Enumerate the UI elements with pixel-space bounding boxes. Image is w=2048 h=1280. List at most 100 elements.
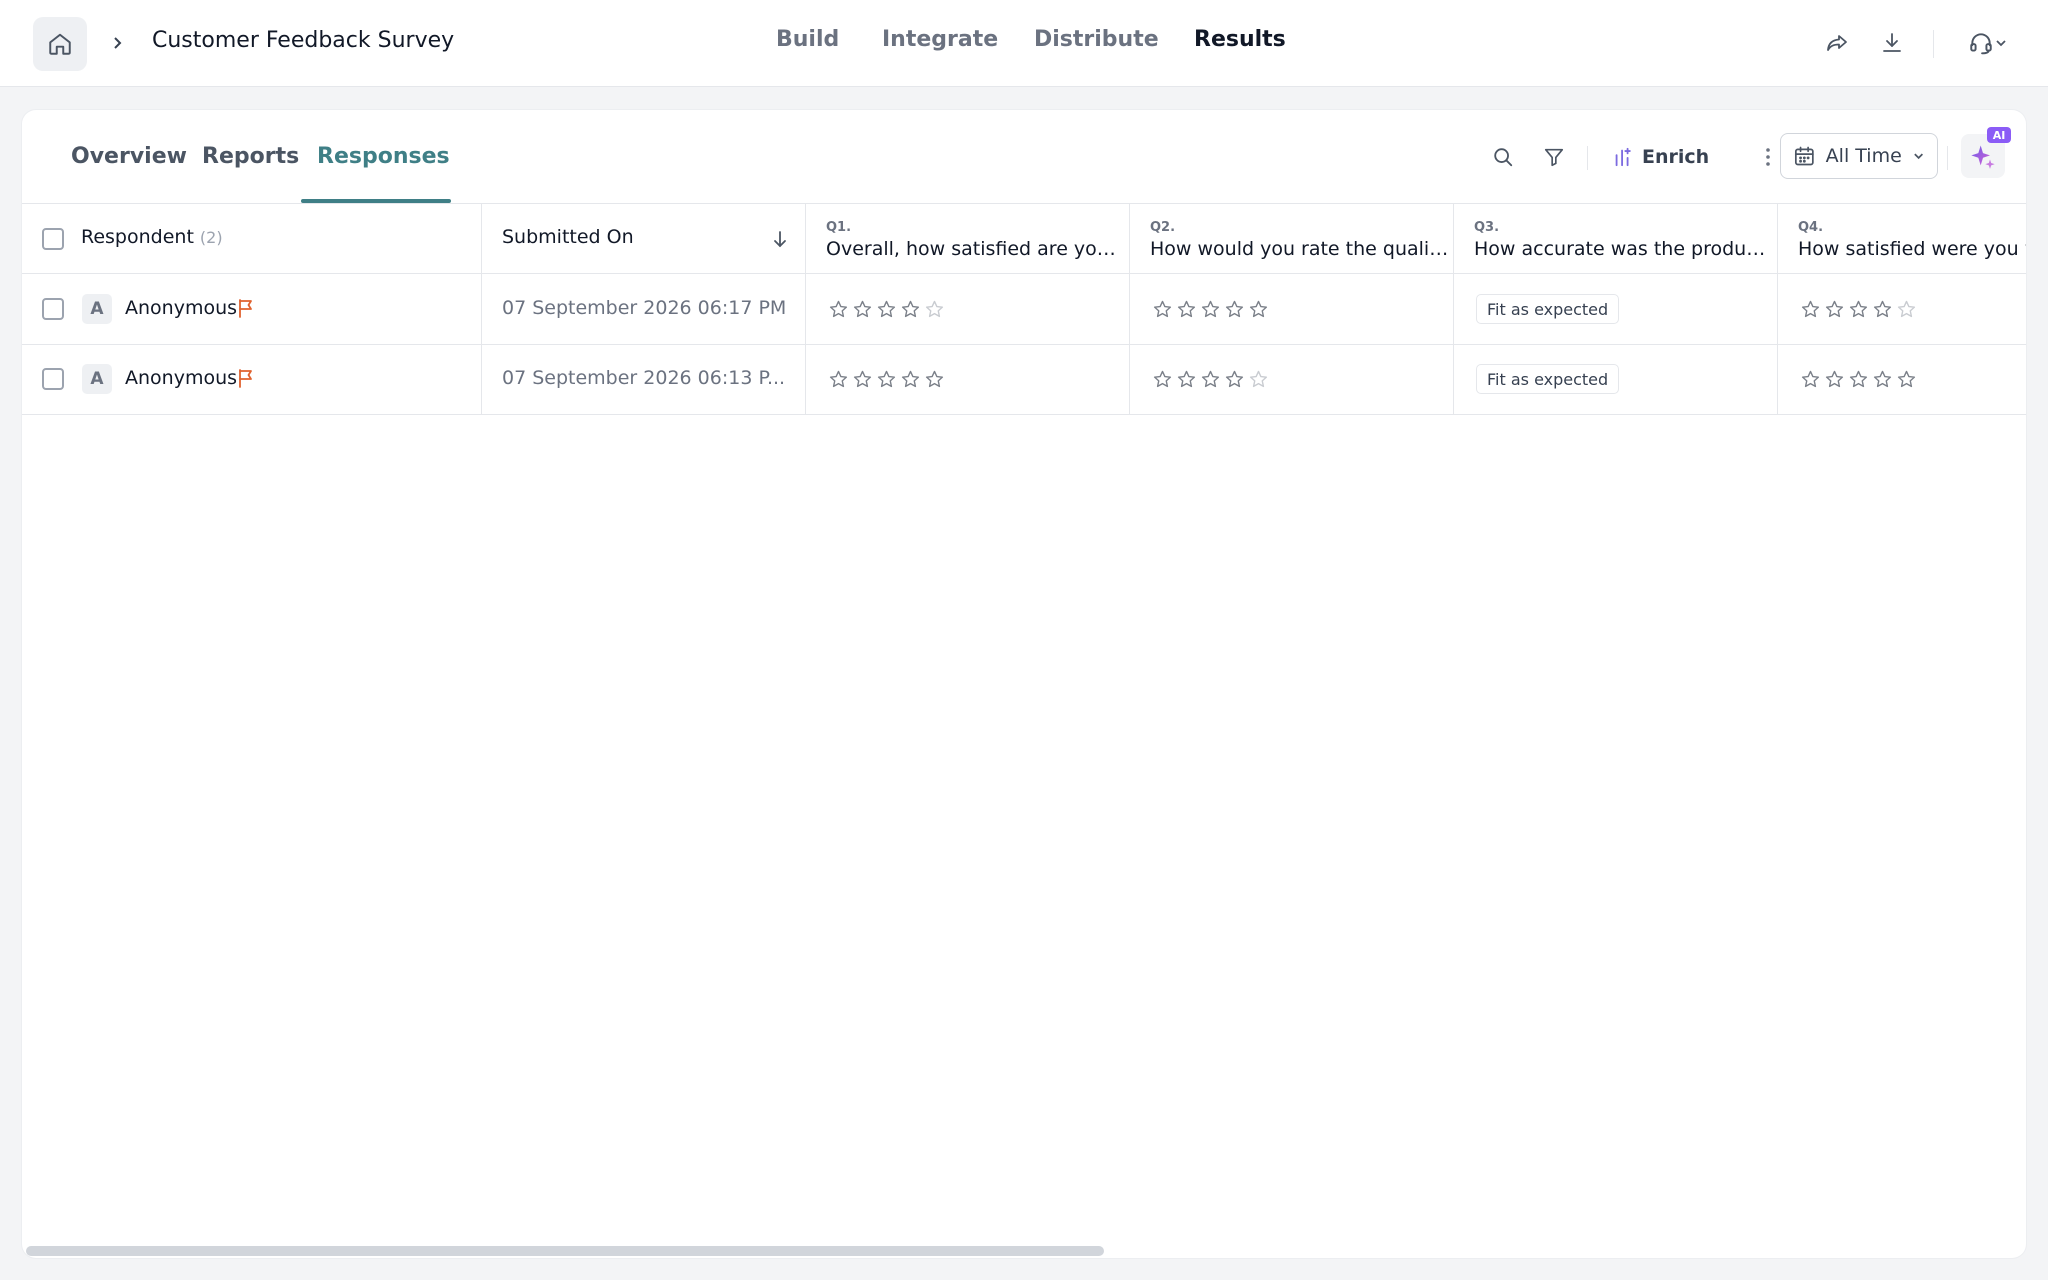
answer-chip: Fit as expected [1476,294,1620,324]
toolbar-divider [1587,146,1588,170]
q4-cell [1778,345,2026,414]
table-header-row: Respondent (2) Submitted On Q1. Overall, … [22,204,2026,274]
share-button[interactable] [1820,26,1854,60]
star-filled-icon [829,300,848,318]
time-range-select[interactable]: All Time [1780,133,1938,179]
star-filled-icon [1849,300,1868,318]
chevron-down-icon [1913,153,1923,160]
star-empty-icon [925,300,944,318]
star-filled-icon [1177,300,1196,318]
star-filled-icon [853,370,872,388]
q3-header[interactable]: Q3. How accurate was the produc... [1454,204,1778,273]
enrich-label: Enrich [1642,146,1710,168]
star-filled-icon [925,370,944,388]
download-icon [1883,33,1901,52]
nav-integrate[interactable]: Integrate [882,27,998,52]
flag-icon[interactable] [236,297,256,319]
q2-header[interactable]: Q2. How would you rate the qualit... [1130,204,1454,273]
q4-header[interactable]: Q4. How satisfied were you w [1778,204,2026,273]
respondent-count: (2) [199,228,223,247]
q4-text: How satisfied were you w [1798,238,2026,260]
active-tab-indicator [301,199,451,203]
star-filled-icon [1201,370,1220,388]
submitted-on-header[interactable]: Submitted On [482,204,806,273]
search-icon [1494,148,1513,167]
star-filled-icon [1225,300,1244,318]
results-subnav: Overview Reports Responses Enrich All Ti… [22,110,2026,204]
q1-header[interactable]: Q1. Overall, how satisfied are you ... [806,204,1130,273]
respondent-header: Respondent (2) [22,204,482,273]
calendar-icon [1794,146,1814,166]
star-filled-icon [1825,370,1844,388]
q4-cell [1778,274,2026,344]
star-rating [1152,369,1269,390]
star-rating [828,299,945,320]
sort-descending-icon[interactable] [772,228,788,250]
star-filled-icon [1225,370,1244,388]
main-nav: Build Integrate Distribute Results [0,27,2048,59]
star-filled-icon [877,370,896,388]
q3-text: How accurate was the produc... [1474,238,1774,260]
star-filled-icon [1201,300,1220,318]
headset-icon [1970,33,1992,55]
respondent-name[interactable]: Anonymous [125,297,237,319]
respondent-name[interactable]: Anonymous [125,367,237,389]
star-filled-icon [1177,370,1196,388]
respondent-cell: A Anonymous [22,274,482,344]
star-rating [828,369,945,390]
download-button[interactable] [1875,26,1909,60]
star-filled-icon [901,370,920,388]
q1-cell [806,274,1130,344]
q3-cell: Fit as expected [1454,274,1778,344]
row-checkbox[interactable] [42,368,64,390]
nav-distribute[interactable]: Distribute [1034,27,1159,52]
star-rating [1800,299,1917,320]
q1-text: Overall, how satisfied are you ... [826,238,1126,260]
scrollbar-thumb[interactable] [26,1246,1104,1256]
respondent-cell: A Anonymous [22,345,482,414]
star-filled-icon [1873,370,1892,388]
toolbar-divider-ai [1947,146,1948,170]
star-filled-icon [1153,370,1172,388]
tab-overview[interactable]: Overview [71,144,187,169]
table-row[interactable]: A Anonymous 07 September 2026 06:17 PM F… [22,274,2026,345]
q1-number: Q1. [826,220,852,235]
star-filled-icon [1849,370,1868,388]
filter-icon [1544,148,1564,167]
tab-responses[interactable]: Responses [317,144,450,169]
filter-button[interactable] [1537,140,1571,174]
q2-number: Q2. [1150,220,1176,235]
flag-icon[interactable] [236,367,256,389]
row-checkbox[interactable] [42,298,64,320]
star-filled-icon [1873,300,1892,318]
submitted-on-label: Submitted On [502,226,634,248]
star-filled-icon [1801,370,1820,388]
star-filled-icon [1897,370,1916,388]
star-empty-icon [1249,370,1268,388]
horizontal-scrollbar[interactable] [22,1244,2026,1258]
enrich-icon [1615,147,1631,167]
table-row[interactable]: A Anonymous 07 September 2026 06:13 P...… [22,345,2026,415]
enrich-button[interactable]: Enrich [1612,140,1709,174]
support-menu-button[interactable] [1960,26,2016,60]
chevron-down-icon [1996,40,2006,47]
answer-chip: Fit as expected [1476,364,1620,394]
top-header: Customer Feedback Survey Build Integrate… [0,0,2048,87]
star-filled-icon [901,300,920,318]
search-button[interactable] [1486,140,1520,174]
q3-cell: Fit as expected [1454,345,1778,414]
q2-text: How would you rate the qualit... [1150,238,1450,260]
star-filled-icon [877,300,896,318]
nav-build[interactable]: Build [776,27,839,52]
star-rating [1800,369,1917,390]
nav-results[interactable]: Results [1194,27,1286,52]
select-all-checkbox[interactable] [42,228,64,250]
header-actions [1820,26,2020,62]
q1-cell [806,345,1130,414]
star-filled-icon [1801,300,1820,318]
ai-badge: AI [1987,127,2011,143]
star-empty-icon [1897,300,1916,318]
star-rating [1152,299,1269,320]
avatar: A [82,294,112,324]
tab-reports[interactable]: Reports [202,144,299,169]
